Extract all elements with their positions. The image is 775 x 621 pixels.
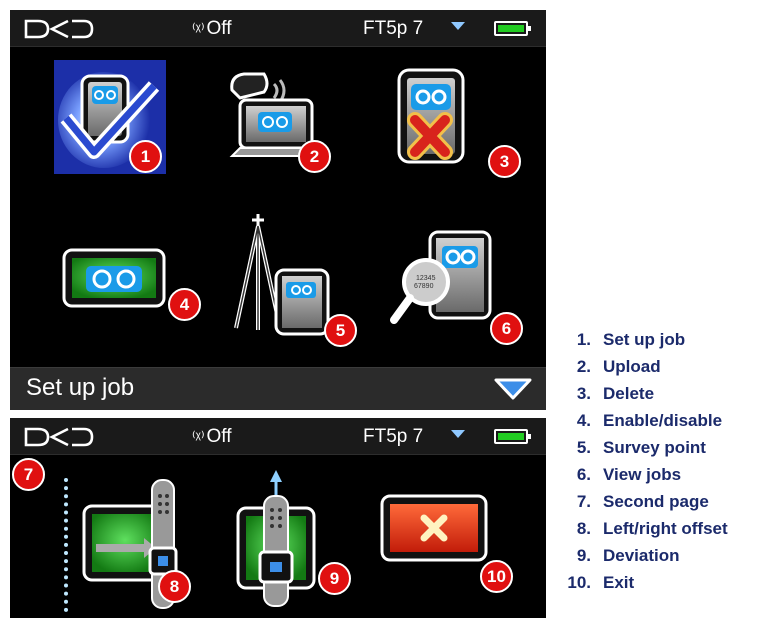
legend-item: 5. Survey point	[555, 438, 773, 465]
legend-number: 8.	[576, 519, 591, 538]
battery-icon	[494, 429, 531, 444]
legend-number: 9.	[576, 546, 591, 565]
battery-level	[498, 25, 524, 32]
main-menu-screen: ⁽ᵡ⁾ Off FT5p 7 1 2 3 4 5 12345 67890 6 S…	[10, 10, 546, 410]
legend: 1. Set up job 2. Upload 3. Delete 4. Enable/…	[555, 330, 773, 600]
badge-7: 7	[12, 458, 45, 491]
dropdown-indicator-icon[interactable]	[451, 430, 465, 438]
next-page-arrow-icon[interactable]	[494, 376, 532, 402]
badge-5: 5	[324, 314, 357, 347]
legend-item: 8. Left/right offset	[555, 519, 773, 546]
svg-text:12345: 12345	[416, 275, 436, 282]
second-page-screen: ⁽ᵡ⁾ Off FT5p 7 7 8 9 10	[10, 418, 546, 618]
badge-8: 8	[158, 570, 191, 603]
legend-number: 6.	[576, 465, 591, 484]
radio-status-label: Off	[206, 18, 232, 39]
radio-status: ⁽ᵡ⁾ Off	[192, 426, 232, 448]
antenna-icon: ⁽ᵡ⁾	[192, 21, 205, 38]
bottom-bar: Set up job	[10, 367, 546, 410]
radio-status: ⁽ᵡ⁾ Off	[192, 18, 232, 40]
badge-3: 3	[488, 145, 521, 178]
dci-logo	[24, 19, 94, 39]
legend-label: Survey point	[603, 438, 706, 457]
offset-guide-line	[64, 478, 68, 612]
dropdown-indicator-icon[interactable]	[451, 22, 465, 30]
antenna-icon: ⁽ᵡ⁾	[192, 429, 205, 446]
legend-label: Upload	[603, 357, 661, 376]
legend-item: 10. Exit	[555, 573, 773, 600]
model-label: FT5p 7	[363, 426, 424, 447]
page-title: Set up job	[26, 374, 135, 401]
legend-item: 7. Second page	[555, 492, 773, 519]
badge-10: 10	[480, 560, 513, 593]
legend-number: 7.	[576, 492, 591, 511]
badge-6: 6	[490, 312, 523, 345]
status-bar: ⁽ᵡ⁾ Off FT5p 7	[10, 10, 546, 47]
delete-tile[interactable]: 3	[385, 60, 521, 178]
battery-icon	[494, 21, 531, 36]
legend-label: Exit	[603, 573, 635, 592]
survey-point-icon	[234, 214, 330, 336]
set-up-job-tile[interactable]: 1	[54, 60, 166, 174]
legend-label: Left/right offset	[603, 519, 728, 538]
upload-tile[interactable]: 2	[220, 60, 332, 174]
exit-icon	[380, 494, 488, 562]
svg-text:67890: 67890	[414, 283, 434, 290]
legend-number: 4.	[576, 411, 591, 430]
delete-job-icon	[397, 68, 465, 164]
view-jobs-icon: 12345 67890	[390, 230, 492, 324]
legend-number: 1.	[576, 330, 591, 349]
badge-4: 4	[168, 288, 201, 321]
legend-number: 3.	[576, 384, 591, 403]
dci-logo	[24, 427, 94, 447]
battery-level	[498, 433, 524, 440]
view-jobs-tile[interactable]: 12345 67890 6	[390, 228, 523, 345]
survey-point-tile[interactable]: 5	[228, 210, 357, 347]
badge-2: 2	[298, 140, 331, 173]
legend-item: 9. Deviation	[555, 546, 773, 573]
legend-label: Set up job	[603, 330, 686, 349]
legend-number: 10.	[567, 573, 591, 592]
legend-item: 2. Upload	[555, 357, 773, 384]
enable-disable-tile[interactable]: 4	[60, 230, 201, 344]
legend-item: 1. Set up job	[555, 330, 773, 357]
legend-label: Enable/disable	[603, 411, 723, 430]
radio-status-label: Off	[206, 426, 232, 447]
legend-number: 5.	[576, 438, 591, 457]
legend-item: 6. View jobs	[555, 465, 773, 492]
enable-disable-icon	[62, 248, 166, 308]
legend-label: View jobs	[603, 465, 682, 484]
deviation-tile[interactable]: 9	[232, 468, 351, 613]
exit-tile[interactable]: 10	[378, 480, 513, 594]
legend-item: 3. Delete	[555, 384, 773, 411]
left-right-offset-tile[interactable]: 8	[74, 472, 191, 612]
badge-9: 9	[318, 562, 351, 595]
legend-number: 2.	[576, 357, 591, 376]
legend-label: Delete	[603, 384, 655, 403]
badge-1: 1	[129, 140, 162, 173]
legend-label: Second page	[603, 492, 709, 511]
model-label: FT5p 7	[363, 18, 424, 39]
legend-label: Deviation	[603, 546, 680, 565]
legend-item: 4. Enable/disable	[555, 411, 773, 438]
status-bar: ⁽ᵡ⁾ Off FT5p 7	[10, 418, 546, 455]
